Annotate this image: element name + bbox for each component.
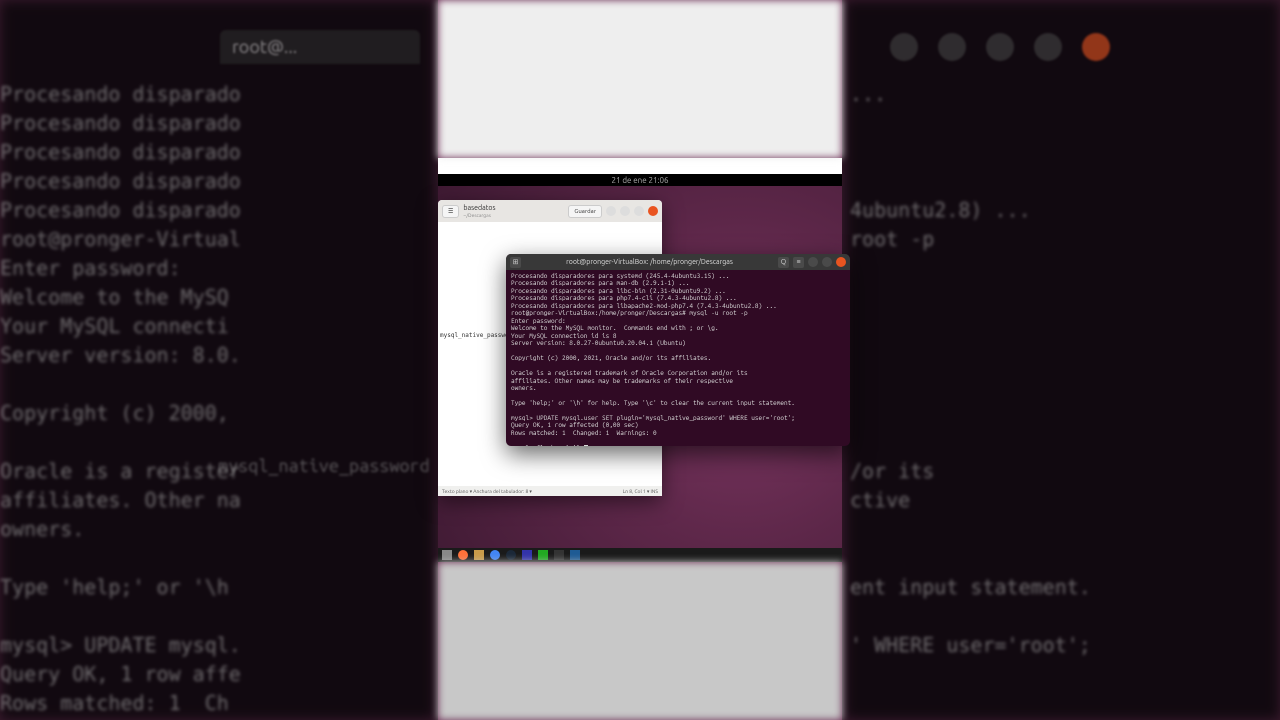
terminal-line: Procesando disparadores para php7.4-cli … — [511, 295, 737, 302]
terminal-minimize-button[interactable] — [808, 257, 818, 267]
terminal-menu-button[interactable]: ≡ — [793, 257, 804, 268]
terminal-line: Copyright (c) 2000, 2021, Oracle and/or … — [511, 355, 711, 362]
terminal-cursor — [584, 445, 588, 446]
bg-gedit-hint-text: mysql_native_password — [218, 456, 430, 476]
bg-terminal-titlebar: root@... — [220, 30, 420, 64]
terminal-title: root@pronger-VirtualBox: /home/pronger/D… — [525, 258, 774, 266]
bg-search-icon — [890, 33, 918, 61]
terminal-line: Your MySQL connection id is 8 — [511, 333, 617, 340]
terminal-line: affiliates. Other names may be trademark… — [511, 378, 733, 385]
bg-terminal-right-text: ... 4ubuntu2.8) ... root -p /or its ctiv… — [840, 60, 1280, 720]
gedit-headerbar[interactable]: ☰ basedatos ~/Descargas Guardar — [438, 200, 662, 222]
strip-white-edge — [438, 158, 842, 174]
terminal-line: Procesando disparadores para libc-bin (2… — [511, 288, 726, 295]
terminal-headerbar[interactable]: ⊞ root@pronger-VirtualBox: /home/pronger… — [506, 254, 850, 270]
terminal-line: Rows matched: 1 Changed: 1 Warnings: 0 — [511, 430, 657, 437]
terminal-line: Server version: 8.0.27-0ubuntu0.20.04.1 … — [511, 340, 686, 347]
terminal-line: mysql> UPDATE mysql.user SET plugin='mys… — [511, 415, 795, 422]
dock-virtualbox-icon[interactable] — [570, 550, 580, 560]
bg-window-controls — [890, 30, 1110, 64]
gedit-title: basedatos — [463, 205, 564, 212]
terminal-search-button[interactable]: Q — [778, 257, 789, 268]
bg-terminal-left-text: Procesando disparado Procesando disparad… — [0, 60, 440, 720]
terminal-line: Procesando disparadores para man-db (2.9… — [511, 280, 689, 287]
bg-menu-icon — [938, 33, 966, 61]
terminal-line: root@pronger-VirtualBox:/home/pronger/De… — [511, 310, 748, 317]
dock-terminal-icon[interactable] — [554, 550, 564, 560]
bg-minimize-icon — [986, 33, 1014, 61]
terminal-maximize-button[interactable] — [822, 257, 832, 267]
dock-chrome-icon[interactable] — [490, 550, 500, 560]
gedit-minimize-button[interactable] — [620, 206, 630, 216]
terminal-close-button[interactable] — [836, 257, 846, 267]
bg-terminal-title: root@... — [232, 37, 297, 57]
dock-app2-icon[interactable] — [538, 550, 548, 560]
terminal-line: Procesando disparadores para systemd (24… — [511, 273, 729, 280]
terminal-line: Enter password: — [511, 318, 566, 325]
terminal-body[interactable]: Procesando disparadores para systemd (24… — [506, 270, 850, 446]
terminal-line: Welcome to the MySQL monitor. Commands e… — [511, 325, 718, 332]
gedit-save-button[interactable]: Guardar — [568, 205, 602, 218]
dock-app-icon[interactable] — [522, 550, 532, 560]
dock-steam-icon[interactable] — [506, 550, 516, 560]
terminal-line: Procesando disparadores para libapache2-… — [511, 303, 777, 310]
dock-firefox-icon[interactable] — [458, 550, 468, 560]
terminal-line: Query OK, 1 row affected (0,00 sec) — [511, 422, 638, 429]
terminal-line: mysql> flush privile — [511, 445, 584, 446]
bg-close-icon — [1082, 33, 1110, 61]
dock-show-apps-icon[interactable] — [442, 550, 452, 560]
gedit-statusbar[interactable]: Texto plano ▾ Anchura del tabulador: 8 ▾… — [438, 486, 662, 496]
terminal-newtab-button[interactable]: ⊞ — [510, 257, 521, 268]
desktop-area[interactable]: mysql_native_password ☰ basedatos ~/Desc… — [438, 186, 842, 548]
gedit-subtitle: ~/Descargas — [463, 212, 564, 218]
gnome-topbar[interactable]: 21 de ene 21:06 — [438, 174, 842, 186]
gedit-menu-button[interactable] — [606, 206, 616, 216]
terminal-line: owners. — [511, 385, 536, 392]
terminal-line: Type 'help;' or '\h' for help. Type '\c'… — [511, 400, 795, 407]
gedit-status-left[interactable]: Texto plano ▾ Anchura del tabulador: 8 ▾ — [442, 488, 532, 495]
topbar-datetime: 21 de ene 21:06 — [611, 176, 668, 185]
gedit-close-button[interactable] — [648, 206, 658, 216]
gedit-status-right[interactable]: Ln 8, Col 1 ▾ INS — [623, 488, 658, 495]
gedit-open-button[interactable]: ☰ — [442, 205, 459, 218]
dock-files-icon[interactable] — [474, 550, 484, 560]
strip-blur-top — [438, 0, 842, 158]
terminal-window[interactable]: ⊞ root@pronger-VirtualBox: /home/pronger… — [506, 254, 850, 446]
strip-blur-bottom — [438, 562, 842, 720]
gnome-dock[interactable] — [438, 548, 842, 562]
gedit-title-area: basedatos ~/Descargas — [463, 205, 564, 218]
bg-maximize-icon — [1034, 33, 1062, 61]
gedit-maximize-button[interactable] — [634, 206, 644, 216]
center-strip: 21 de ene 21:06 mysql_native_password ☰ … — [438, 0, 842, 720]
terminal-line: Oracle is a registered trademark of Orac… — [511, 370, 748, 377]
